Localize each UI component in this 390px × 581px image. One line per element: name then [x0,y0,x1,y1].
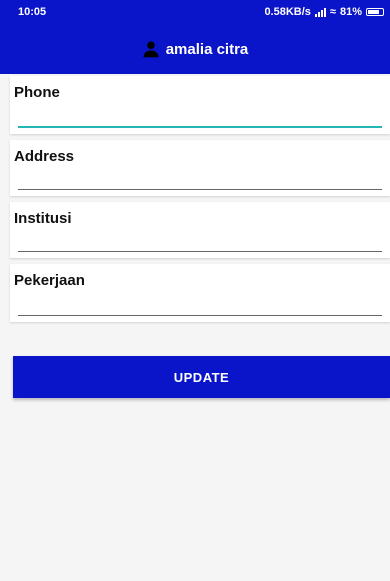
address-label: Address [14,148,75,165]
phone-input[interactable] [18,106,382,128]
status-time: 10:05 [18,6,47,18]
status-indicators: 0.58KB/s ≈ 81% [264,6,384,18]
person-icon [143,41,159,58]
battery-icon [366,8,384,16]
app-bar: amalia citra [0,24,390,74]
update-button[interactable]: UPDATE [13,356,390,398]
pekerjaan-input[interactable] [18,294,382,316]
page-title: amalia citra [165,40,249,58]
phone-underline [18,126,382,128]
wifi-icon: ≈ [329,6,336,18]
phone-label: Phone [14,84,60,101]
address-field-card: Address [10,140,390,196]
institusi-underline [18,251,382,252]
address-input[interactable] [18,168,382,190]
phone-field-card: Phone [10,76,390,134]
institusi-field-card: Institusi [10,202,390,258]
institusi-input[interactable] [18,230,382,252]
signal-icon [314,7,326,17]
battery-percent: 81% [339,6,362,18]
institusi-label: Institusi [14,210,72,227]
pekerjaan-field-card: Pekerjaan [10,264,390,322]
pekerjaan-underline [18,315,382,316]
address-underline [18,189,382,190]
pekerjaan-label: Pekerjaan [14,272,85,289]
net-speed: 0.58KB/s [264,6,311,18]
status-bar: 10:05 0.58KB/s ≈ 81% [0,0,390,24]
